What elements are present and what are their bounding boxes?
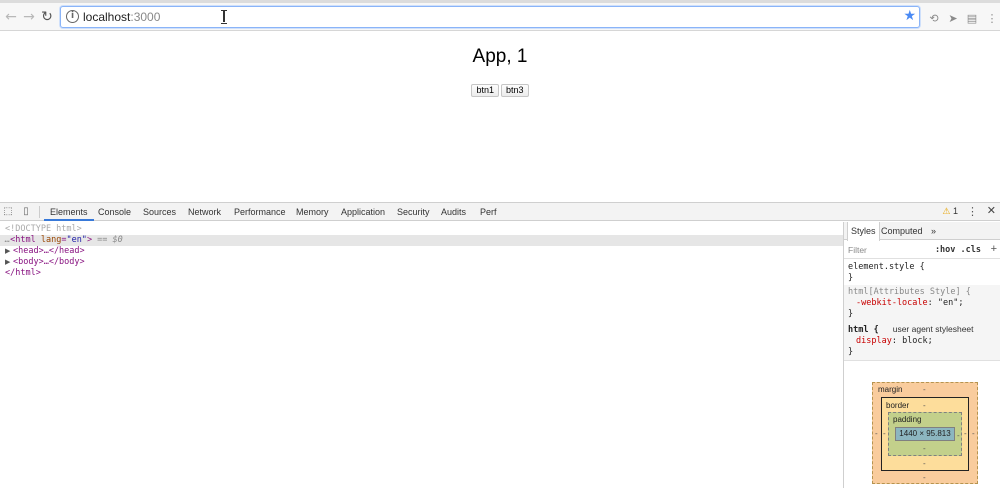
tab-performance[interactable]: Performance xyxy=(234,203,286,221)
box-model-margin[interactable]: margin - - - - border - - - - padding - … xyxy=(872,382,978,484)
elements-tree: <!DOCTYPE html> …<html lang="en"> == $0 … xyxy=(0,222,843,488)
page-viewport: App, 1 btn1 btn3 xyxy=(0,32,1000,202)
btn1-button[interactable]: btn1 xyxy=(471,84,499,97)
tab-console[interactable]: Console xyxy=(98,203,131,221)
rule-selector: html[Attributes Style] { xyxy=(848,287,971,297)
tab-audits[interactable]: Audits xyxy=(441,203,466,221)
device-toolbar-icon[interactable]: ▯ xyxy=(20,206,32,218)
info-icon[interactable]: i xyxy=(66,10,79,23)
border-right-value: - xyxy=(964,429,967,438)
rule-attributes-style: html[Attributes Style] { -webkit-locale:… xyxy=(844,285,1000,323)
extension-icon[interactable]: ⟲ xyxy=(927,12,941,26)
head-tag: <head>…</head> xyxy=(13,246,85,256)
devtools-menu-icon[interactable]: ⋮ xyxy=(967,205,978,218)
button-row: btn1 btn3 xyxy=(0,84,1000,97)
padding-bottom-value: - xyxy=(923,444,926,453)
css-property: display xyxy=(856,336,892,346)
hov-cls-toggles[interactable]: :hov .cls xyxy=(935,245,981,255)
address-bar[interactable]: i localhost:3000 ★ xyxy=(60,6,920,28)
menu-kebab-icon[interactable]: ⋮ xyxy=(985,12,999,26)
text-cursor-icon xyxy=(221,10,227,24)
rule-selector: html { xyxy=(848,325,879,335)
lang-attr: lang xyxy=(40,235,62,245)
app-title: App, 1 xyxy=(472,46,528,67)
styles-filter-bar: Filter :hov .cls + xyxy=(844,241,1000,259)
back-icon[interactable]: ← xyxy=(2,8,20,26)
tab-security[interactable]: Security xyxy=(397,203,430,221)
css-value: block; xyxy=(896,336,933,346)
tab-sources[interactable]: Sources xyxy=(143,203,176,221)
rule-declaration[interactable]: display: block; xyxy=(848,336,997,347)
forward-icon[interactable]: → xyxy=(20,8,38,26)
add-rule-icon[interactable]: + xyxy=(991,243,997,255)
filter-input[interactable]: Filter xyxy=(848,245,867,255)
box-model-border[interactable]: border - - - - padding - - 1440 × 95.813 xyxy=(881,397,969,471)
border-top-value: - xyxy=(923,401,926,410)
css-property: -webkit-locale xyxy=(856,298,928,308)
padding-right-value: - xyxy=(957,431,960,440)
html-open-tag: <html xyxy=(10,235,36,245)
padding-label: padding xyxy=(893,415,922,424)
url-port: :3000 xyxy=(130,10,161,24)
rule-close: } xyxy=(848,273,854,283)
url-text[interactable]: localhost:3000 xyxy=(83,10,160,24)
devtools-panel: ⬚ ▯ Elements Console Sources Network Per… xyxy=(0,202,1000,488)
border-left-value: - xyxy=(883,429,886,438)
close-icon[interactable]: ✕ xyxy=(987,204,996,217)
body-tag: <body>…</body> xyxy=(13,257,85,267)
tab-perf[interactable]: Perf xyxy=(480,203,497,221)
tab-elements[interactable]: Elements xyxy=(44,203,94,221)
send-icon[interactable]: ➤ xyxy=(946,12,960,26)
margin-bottom-value: - xyxy=(923,473,926,482)
inspect-element-icon[interactable]: ⬚ xyxy=(2,206,14,218)
rule-element-style: element.style { } xyxy=(844,260,1000,287)
css-value: "en"; xyxy=(932,298,964,308)
dom-doctype[interactable]: <!DOCTYPE html> xyxy=(5,224,82,235)
margin-left-value: - xyxy=(875,429,878,438)
rule-user-agent-html: html { user agent stylesheet display: blo… xyxy=(844,322,1000,361)
doctype-text: <!DOCTYPE html> xyxy=(5,224,82,234)
styles-tabbar: Styles Computed » xyxy=(844,222,1000,241)
html-end-tag: </html> xyxy=(5,268,41,278)
border-bottom-value: - xyxy=(923,459,926,468)
devtools-tabbar: ⬚ ▯ Elements Console Sources Network Per… xyxy=(0,203,1000,221)
dom-head[interactable]: ▶ <head>…</head> xyxy=(5,246,85,257)
expand-triangle-icon[interactable]: ▶ xyxy=(5,257,13,268)
warning-count: 1 xyxy=(952,206,958,216)
styles-sidebar: Styles Computed » Filter :hov .cls + ele… xyxy=(843,222,1000,488)
divider xyxy=(39,206,40,218)
tab-application[interactable]: Application xyxy=(341,203,385,221)
margin-label: margin xyxy=(878,385,903,394)
rule-declaration[interactable]: -webkit-locale: "en"; xyxy=(848,298,997,309)
more-tabs-icon[interactable]: » xyxy=(928,222,939,240)
warning-counter[interactable]: ⚠ 1 xyxy=(942,206,958,217)
border-label: border xyxy=(886,401,910,410)
dom-html-end[interactable]: </html> xyxy=(5,268,41,279)
expand-triangle-icon[interactable]: ▶ xyxy=(5,246,13,257)
tab-computed[interactable]: Computed xyxy=(878,222,926,240)
rule-close: } xyxy=(848,309,854,319)
box-model-padding[interactable]: padding - - 1440 × 95.813 xyxy=(888,412,962,456)
selected-marker: == $0 xyxy=(92,235,123,245)
lang-value: "en" xyxy=(66,235,87,245)
rule-close: } xyxy=(848,347,854,357)
dom-body[interactable]: ▶ <body>…</body> xyxy=(5,257,85,268)
margin-right-value: - xyxy=(972,429,975,438)
tab-network[interactable]: Network xyxy=(188,203,221,221)
tab-memory[interactable]: Memory xyxy=(296,203,329,221)
btn3-button[interactable]: btn3 xyxy=(501,84,529,97)
dom-html-selected[interactable]: …<html lang="en"> == $0 xyxy=(0,235,843,246)
warning-icon: ⚠ xyxy=(942,207,951,217)
rule-source: user agent stylesheet xyxy=(892,324,974,334)
rule-selector: element.style { xyxy=(848,262,925,272)
margin-top-value: - xyxy=(923,385,926,394)
bookmark-star-icon[interactable]: ★ xyxy=(903,8,916,24)
tab-styles[interactable]: Styles xyxy=(847,222,880,241)
box-model-content-size[interactable]: 1440 × 95.813 xyxy=(895,427,955,441)
cast-icon[interactable]: ▤ xyxy=(965,12,979,26)
url-host: localhost xyxy=(83,10,131,24)
reload-icon[interactable]: ↻ xyxy=(38,8,56,26)
browser-toolbar: ← → ↻ i localhost:3000 ★ ⟲ ➤ ▤ ⋮ xyxy=(0,3,1000,31)
